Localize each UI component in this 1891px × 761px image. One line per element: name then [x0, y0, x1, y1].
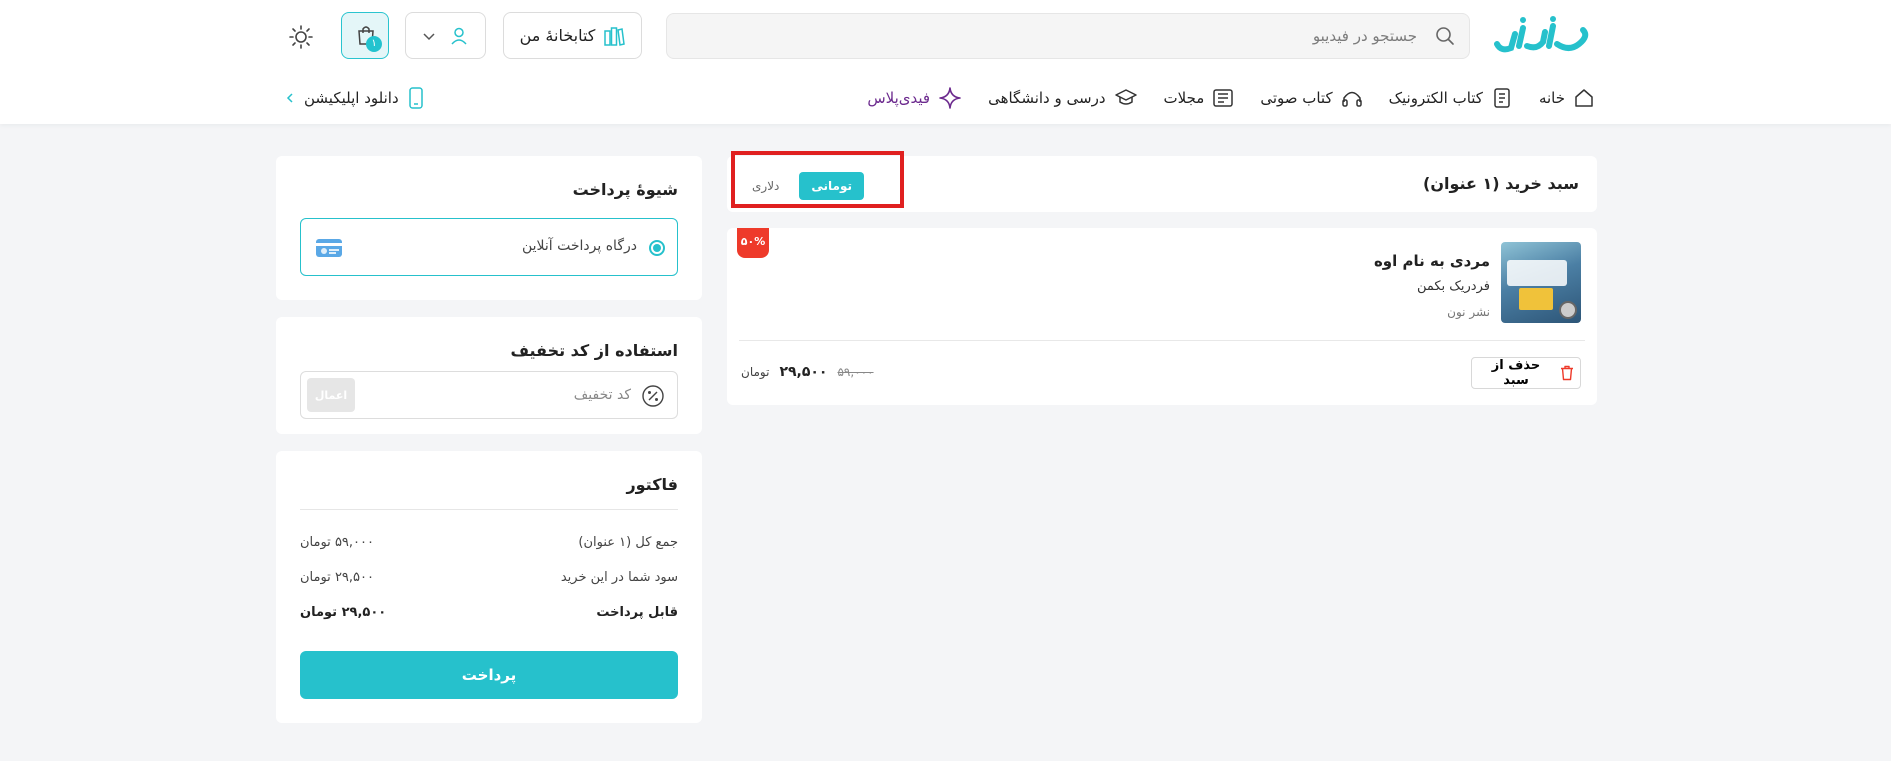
user-icon: [449, 26, 469, 46]
library-icon: [603, 25, 626, 47]
nav-label-audiobook: کتاب صوتی: [1260, 89, 1333, 107]
invoice-row-total: جمع کل (۱ عنوان) ۵۹,۰۰۰ تومان: [300, 535, 678, 550]
pay-button[interactable]: پرداخت: [300, 651, 678, 699]
discount-badge: ۵۰%: [737, 228, 769, 258]
currency-toggle: تومانی دلاری: [737, 166, 865, 206]
credit-card-icon: [315, 238, 343, 258]
cover-figure: [1519, 288, 1553, 310]
invoice-row-savings: سود شما در این خرید ۲۹,۵۰۰ تومان: [300, 570, 678, 585]
currency-dollar-button[interactable]: دلاری: [738, 172, 793, 200]
headphones-icon: [1341, 87, 1363, 109]
book-title[interactable]: مردی به نام اوه: [1374, 252, 1490, 270]
percent-icon: [641, 384, 665, 408]
nav-item-audiobook[interactable]: کتاب صوتی: [1260, 87, 1362, 109]
cover-badge: [1559, 301, 1577, 319]
invoice-value: ۲۹,۵۰۰ تومان: [300, 570, 374, 585]
chevron-left-icon: [284, 92, 296, 104]
search-icon: [1435, 26, 1455, 46]
cart-header: سبد خرید (۱ عنوان) تومانی دلاری: [727, 156, 1597, 212]
gateway-label: درگاه پرداخت آنلاین: [521, 238, 637, 254]
online-gateway-option[interactable]: درگاه پرداخت آنلاین: [300, 218, 678, 276]
remove-label: حذف از سبد: [1491, 358, 1541, 388]
current-price: ۲۹,۵۰۰: [779, 364, 828, 380]
invoice-panel: فاکتور جمع کل (۱ عنوان) ۵۹,۰۰۰ تومان سود…: [276, 451, 702, 723]
nav-label-fidiplus: فیدی‌پلاس: [867, 89, 931, 107]
user-menu-button[interactable]: [405, 12, 486, 59]
my-library-button[interactable]: کتابخانهٔ من: [503, 12, 642, 59]
item-price: ۵۹,۰۰۰ ۲۹,۵۰۰ تومان: [741, 364, 874, 380]
cover-title-band: [1507, 260, 1567, 286]
main-nav: خانه کتاب الکترونیک کتاب صوتی مجلات درسی…: [841, 72, 1595, 124]
chevron-down-icon: [422, 29, 436, 43]
invoice-value: ۲۹,۵۰۰ تومان: [300, 605, 387, 620]
mobile-icon: [407, 87, 425, 109]
coupon-panel: استفاده از کد تخفیف اعمال: [276, 317, 702, 434]
invoice-value: ۵۹,۰۰۰ تومان: [300, 535, 374, 550]
sparkle-icon: [938, 86, 962, 110]
ebook-icon: [1491, 87, 1513, 109]
home-icon: [1573, 87, 1595, 109]
header-row: کتابخانهٔ من ۱: [0, 0, 1891, 72]
nav-label-ebook: کتاب الکترونیک: [1388, 89, 1483, 107]
price-unit: تومان: [741, 365, 770, 379]
remove-from-cart-button[interactable]: حذف از سبد: [1471, 357, 1581, 389]
nav-label-magazines: مجلات: [1163, 89, 1205, 107]
search-input[interactable]: [719, 14, 1419, 58]
coupon-title: استفاده از کد تخفیف: [510, 341, 678, 360]
cart-item: مردی به نام اوه فردریک بکمن نشر نون ۵۰% …: [727, 228, 1597, 405]
book-publisher: نشر نون: [1447, 305, 1490, 319]
gateway-radio[interactable]: [649, 240, 665, 256]
old-price: ۵۹,۰۰۰: [837, 365, 874, 379]
theme-toggle[interactable]: [288, 24, 314, 50]
nav-label-home: خانه: [1538, 89, 1565, 107]
sun-icon: [288, 24, 314, 50]
logo-mark: [1494, 16, 1589, 53]
graduation-cap-icon: [1114, 87, 1138, 109]
apply-coupon-button[interactable]: اعمال: [307, 378, 355, 412]
currency-toman-button[interactable]: تومانی: [799, 172, 864, 200]
payment-method-title: شیوهٔ پرداخت: [572, 180, 678, 199]
nav-row: خانه کتاب الکترونیک کتاب صوتی مجلات درسی…: [0, 72, 1891, 124]
nav-item-magazines[interactable]: مجلات: [1164, 87, 1235, 109]
top-bar: کتابخانهٔ من ۱ خانه: [0, 0, 1891, 124]
book-cover[interactable]: [1501, 242, 1581, 323]
payment-method-panel: شیوهٔ پرداخت درگاه پرداخت آنلاین: [276, 156, 702, 300]
invoice-row-payable: قابل پرداخت ۲۹,۵۰۰ تومان: [300, 605, 678, 620]
cart-count-badge: ۱: [366, 36, 382, 52]
my-library-label: کتابخانهٔ من: [519, 26, 596, 45]
invoice-label: قابل پرداخت: [596, 605, 678, 620]
divider: [300, 509, 678, 510]
nav-item-ebook[interactable]: کتاب الکترونیک: [1389, 87, 1513, 109]
nav-item-academic[interactable]: درسی و دانشگاهی: [988, 87, 1137, 109]
magazine-icon: [1212, 87, 1234, 109]
book-author[interactable]: فردریک بکمن: [1417, 279, 1490, 294]
nav-item-home[interactable]: خانه: [1539, 87, 1595, 109]
download-app-link[interactable]: دانلود اپلیکیشن: [284, 72, 425, 124]
coupon-field[interactable]: اعمال: [300, 371, 678, 419]
divider: [739, 340, 1585, 341]
cart-button[interactable]: ۱: [341, 12, 389, 59]
trash-icon: [1560, 365, 1574, 381]
invoice-label: جمع کل (۱ عنوان): [578, 535, 678, 550]
nav-item-fidiplus[interactable]: فیدی‌پلاس: [867, 86, 962, 110]
search-bar[interactable]: [666, 13, 1470, 59]
coupon-input[interactable]: [413, 372, 633, 418]
invoice-label: سود شما در این خرید: [560, 570, 678, 585]
cart-title: سبد خرید (۱ عنوان): [1423, 174, 1579, 193]
download-app-label: دانلود اپلیکیشن: [304, 89, 399, 107]
nav-label-academic: درسی و دانشگاهی: [988, 89, 1106, 107]
invoice-title: فاکتور: [626, 475, 678, 494]
fidibo-logo[interactable]: [1493, 14, 1599, 58]
